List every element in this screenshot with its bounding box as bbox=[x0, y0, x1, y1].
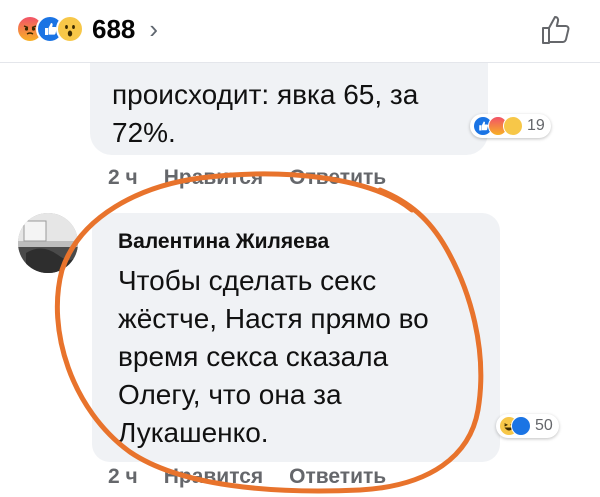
avatar[interactable] bbox=[18, 213, 78, 273]
reply-link[interactable]: Ответить bbox=[289, 465, 386, 489]
chevron-right-icon[interactable]: › bbox=[149, 16, 158, 42]
wow-icon bbox=[56, 15, 84, 43]
comment-meta: 2 ч Нравится Ответить bbox=[108, 166, 386, 190]
reaction-count: 688 bbox=[92, 13, 136, 44]
comment-text: происходит: явка 65, за 72%. bbox=[112, 79, 419, 148]
comment-reactions[interactable]: 19 bbox=[470, 114, 551, 138]
comment-time[interactable]: 2 ч bbox=[108, 166, 138, 190]
sad-icon bbox=[503, 116, 523, 136]
reply-link[interactable]: Ответить bbox=[289, 166, 386, 190]
thumbs-up-icon[interactable] bbox=[540, 14, 574, 46]
comment-author[interactable]: Валентина Жиляева bbox=[118, 230, 329, 254]
like-link[interactable]: Нравится bbox=[164, 465, 263, 489]
post-reactions-summary[interactable]: 688 › bbox=[16, 14, 158, 44]
comment-time[interactable]: 2 ч bbox=[108, 465, 138, 489]
comment-reactions[interactable]: 50 bbox=[496, 414, 559, 438]
reaction-count: 19 bbox=[527, 117, 545, 134]
comment-text: Чтобы сделать секс жёстче, Настя прямо в… bbox=[118, 265, 429, 448]
comment-meta: 2 ч Нравится Ответить bbox=[108, 465, 386, 489]
like-link[interactable]: Нравится bbox=[164, 166, 263, 190]
reaction-count: 50 bbox=[535, 417, 553, 434]
like-icon bbox=[511, 416, 531, 436]
